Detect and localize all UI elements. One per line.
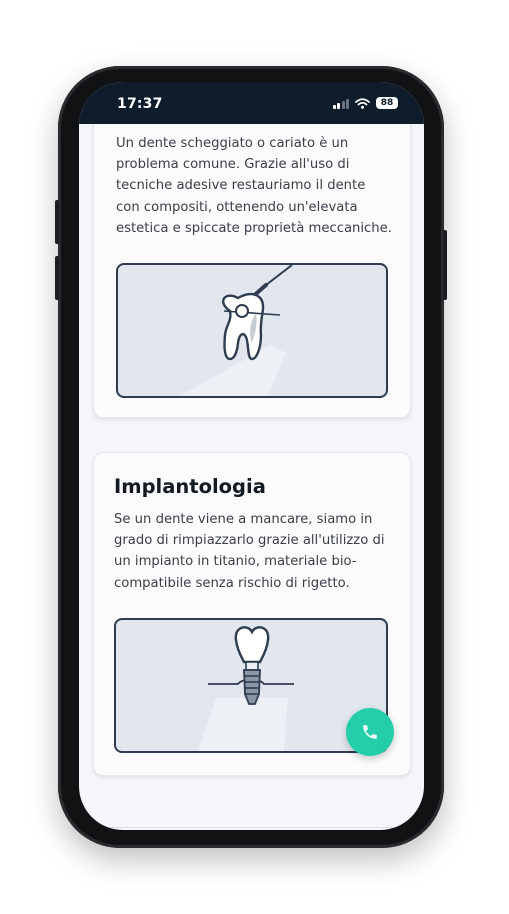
status-bar: 17:37 88 — [79, 82, 424, 124]
divider — [79, 827, 424, 828]
signal-icon — [332, 98, 349, 109]
status-icons: 88 — [332, 97, 398, 109]
battery-level: 88 — [380, 98, 394, 108]
power-button — [443, 230, 447, 300]
service-card-restoration: Un dente scheggiato o cariato è un probl… — [93, 124, 411, 418]
volume-button — [55, 200, 59, 244]
card-title: Implantologia — [114, 475, 266, 498]
tooth-restoration-icon — [180, 265, 293, 396]
wifi-icon — [355, 97, 370, 109]
card-description: Se un dente viene a mancare, siamo in gr… — [114, 512, 385, 591]
volume-button — [55, 256, 59, 300]
status-time: 17:37 — [117, 96, 163, 112]
illustration-restoration — [116, 263, 388, 398]
battery-icon: 88 — [376, 97, 398, 109]
card-description: Un dente scheggiato o cariato è un probl… — [116, 136, 392, 236]
call-button[interactable] — [346, 708, 394, 756]
phone-icon — [363, 725, 377, 739]
